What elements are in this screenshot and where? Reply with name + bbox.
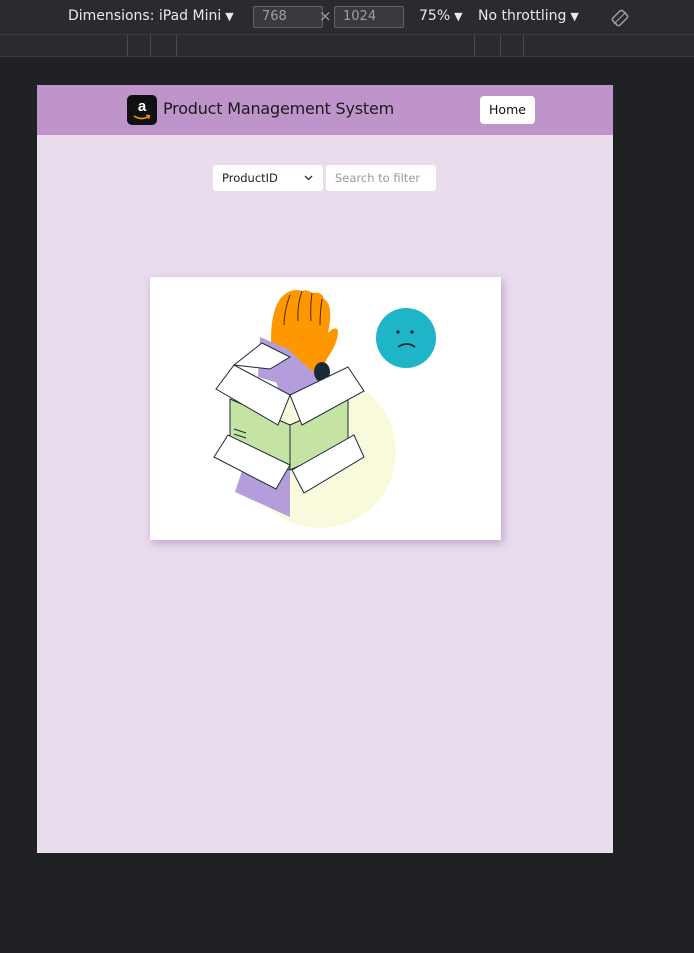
caret-down-icon: ▼ xyxy=(570,10,579,23)
empty-box-illustration xyxy=(213,290,436,528)
smile-arrow-icon xyxy=(133,114,151,120)
home-button[interactable]: Home xyxy=(480,96,535,124)
ruler-segment xyxy=(474,35,475,56)
device-dimensions-dropdown[interactable]: Dimensions: iPad Mini ▼ xyxy=(68,8,234,24)
ruler-segment xyxy=(500,35,501,56)
dimension-separator: × xyxy=(319,7,332,25)
ruler-segment xyxy=(150,35,151,56)
amazon-logo-icon: a xyxy=(127,95,157,125)
caret-down-icon: ▼ xyxy=(225,10,234,23)
throttling-dropdown[interactable]: No throttling ▼ xyxy=(478,8,579,24)
device-viewport: a Product Management System Home Product… xyxy=(37,85,613,853)
ruler-segment xyxy=(176,35,177,56)
zoom-label: 75% xyxy=(419,8,451,24)
sad-face-icon xyxy=(376,308,436,368)
filter-field-value: ProductID xyxy=(222,171,278,185)
devtools-device-toolbar: Dimensions: iPad Mini ▼ 768 × 1024 75% ▼ N… xyxy=(0,0,694,35)
rotate-icon[interactable] xyxy=(610,8,630,28)
throttling-label: No throttling xyxy=(478,8,567,24)
zoom-dropdown[interactable]: 75% ▼ xyxy=(419,8,463,24)
ruler-segment xyxy=(127,35,128,56)
height-input[interactable]: 1024 xyxy=(334,6,404,28)
empty-state-card xyxy=(150,277,501,540)
filter-field-select[interactable]: ProductID xyxy=(213,165,323,191)
device-dimensions-label: Dimensions: iPad Mini xyxy=(68,8,222,24)
media-query-ruler[interactable] xyxy=(0,35,694,57)
navbar: a Product Management System Home xyxy=(37,85,613,135)
search-filter-input[interactable] xyxy=(326,165,436,191)
width-input[interactable]: 768 xyxy=(253,6,323,28)
caret-down-icon: ▼ xyxy=(454,10,463,23)
chevron-down-icon xyxy=(304,175,313,181)
ruler-segment xyxy=(523,35,524,56)
app-title: Product Management System xyxy=(163,99,394,118)
brand-letter: a xyxy=(137,98,147,115)
